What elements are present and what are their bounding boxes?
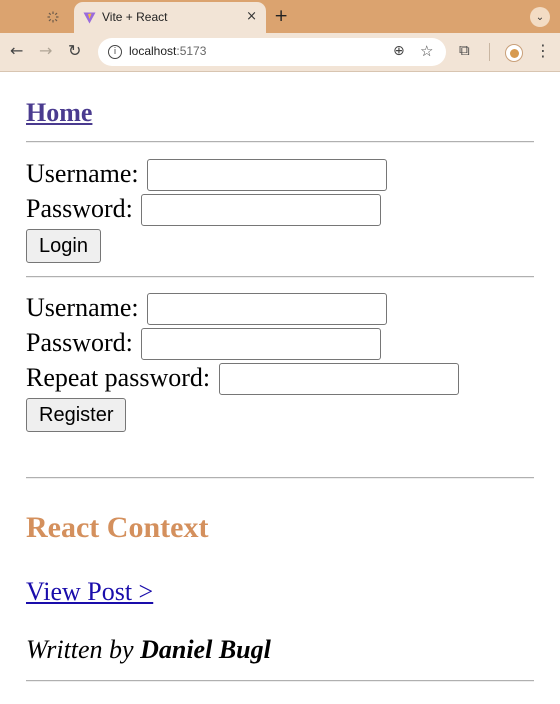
chevron-down-icon: ⌄	[535, 11, 545, 23]
post-title: React Context	[26, 511, 209, 544]
login-username-label: Username:	[26, 159, 139, 188]
new-tab-button[interactable]: +	[274, 6, 288, 26]
home-link[interactable]: Home	[26, 98, 92, 128]
inactive-tab[interactable]	[38, 6, 68, 28]
toolbar-divider	[489, 43, 490, 61]
register-password-label: Password:	[26, 328, 133, 357]
url-port: :5173	[176, 44, 207, 58]
register-username-input[interactable]	[147, 293, 387, 325]
author-name: Daniel Bugl	[140, 635, 271, 664]
divider	[26, 141, 534, 143]
bookmark-star-icon[interactable]: ☆	[420, 42, 433, 60]
repeat-password-label: Repeat password:	[26, 363, 211, 392]
back-arrow-icon[interactable]: ←	[10, 41, 23, 60]
register-button[interactable]: Register	[26, 398, 127, 432]
login-username-input[interactable]	[147, 159, 387, 191]
active-tab[interactable]: Vite + React ×	[74, 2, 266, 33]
menu-icon[interactable]: ⋮	[535, 41, 551, 60]
divider	[26, 477, 534, 479]
reload-icon[interactable]: ↻	[68, 41, 81, 60]
url-text[interactable]: localhost:5173	[129, 44, 206, 58]
login-button[interactable]: Login	[26, 229, 101, 263]
register-password-input[interactable]	[141, 328, 381, 360]
tab-search-button[interactable]: ⌄	[530, 7, 550, 27]
browser-toolbar: ← → ↻ i localhost:5173 ⊕ ☆ ⧉ ⋮	[0, 33, 560, 72]
tab-strip: Vite + React × + ⌄	[0, 0, 560, 33]
repeat-password-input[interactable]	[219, 363, 459, 395]
tab-close-icon[interactable]: ×	[246, 9, 257, 24]
register-username-label: Username:	[26, 293, 139, 322]
byline-prefix: Written by	[26, 635, 141, 664]
tab-title: Vite + React	[102, 10, 168, 24]
profile-icon[interactable]	[505, 44, 523, 62]
site-info-icon[interactable]: i	[108, 45, 122, 59]
forward-arrow-icon[interactable]: →	[39, 41, 52, 60]
address-bar[interactable]: i localhost:5173 ⊕ ☆	[98, 38, 446, 66]
url-host: localhost	[129, 44, 177, 58]
view-post-link[interactable]: View Post >	[26, 577, 153, 607]
zoom-icon[interactable]: ⊕	[393, 43, 405, 59]
divider	[26, 680, 534, 682]
loading-spinner-icon	[47, 11, 59, 23]
divider	[26, 276, 534, 278]
post-byline: Written by Daniel Bugl	[26, 635, 271, 665]
login-password-label: Password:	[26, 194, 133, 223]
vite-favicon-icon	[83, 12, 96, 24]
extensions-icon[interactable]: ⧉	[459, 41, 470, 59]
login-password-input[interactable]	[141, 194, 381, 226]
